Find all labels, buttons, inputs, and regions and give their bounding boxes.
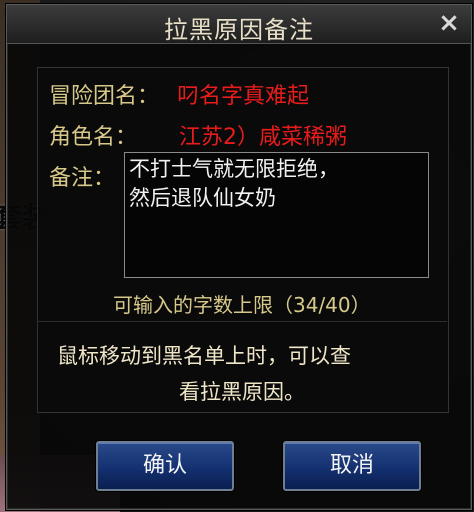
note-text[interactable]: 不打士气就无限拒绝， 然后退队仙女奶 [129, 155, 424, 213]
game-screen: 套装 拉黑原因备注 × 冒险团名： 叼名字真难起 角色名： 江苏2）咸菜稀粥 备… [0, 0, 474, 512]
team-name-value: 叼名字真难起 [177, 84, 310, 109]
divider [37, 321, 447, 322]
close-icon[interactable]: × [435, 9, 463, 37]
hint-line-2: 看拉黑原因。 [179, 380, 305, 404]
char-limit-counter: 可输入的字数上限（34/40） [113, 293, 371, 317]
role-name-label: 角色名： [49, 125, 138, 150]
hint-line-1: 鼠标移动到黑名单上时，可以查 [57, 344, 351, 368]
confirm-button[interactable]: 确认 [96, 441, 234, 491]
note-textarea[interactable]: 不打士气就无限拒绝， 然后退队仙女奶 [124, 152, 429, 278]
team-name-label: 冒险团名： [49, 84, 160, 109]
role-name-value: 江苏2）咸菜稀粥 [179, 125, 347, 150]
dialog-title: 拉黑原因备注 [164, 16, 314, 44]
cancel-button[interactable]: 取消 [283, 441, 421, 491]
dialog-titlebar: 拉黑原因备注 × [7, 5, 471, 44]
blacklist-reason-dialog: 拉黑原因备注 × 冒险团名： 叼名字真难起 角色名： 江苏2）咸菜稀粥 备注： … [6, 4, 472, 510]
note-label: 备注： [49, 166, 116, 191]
